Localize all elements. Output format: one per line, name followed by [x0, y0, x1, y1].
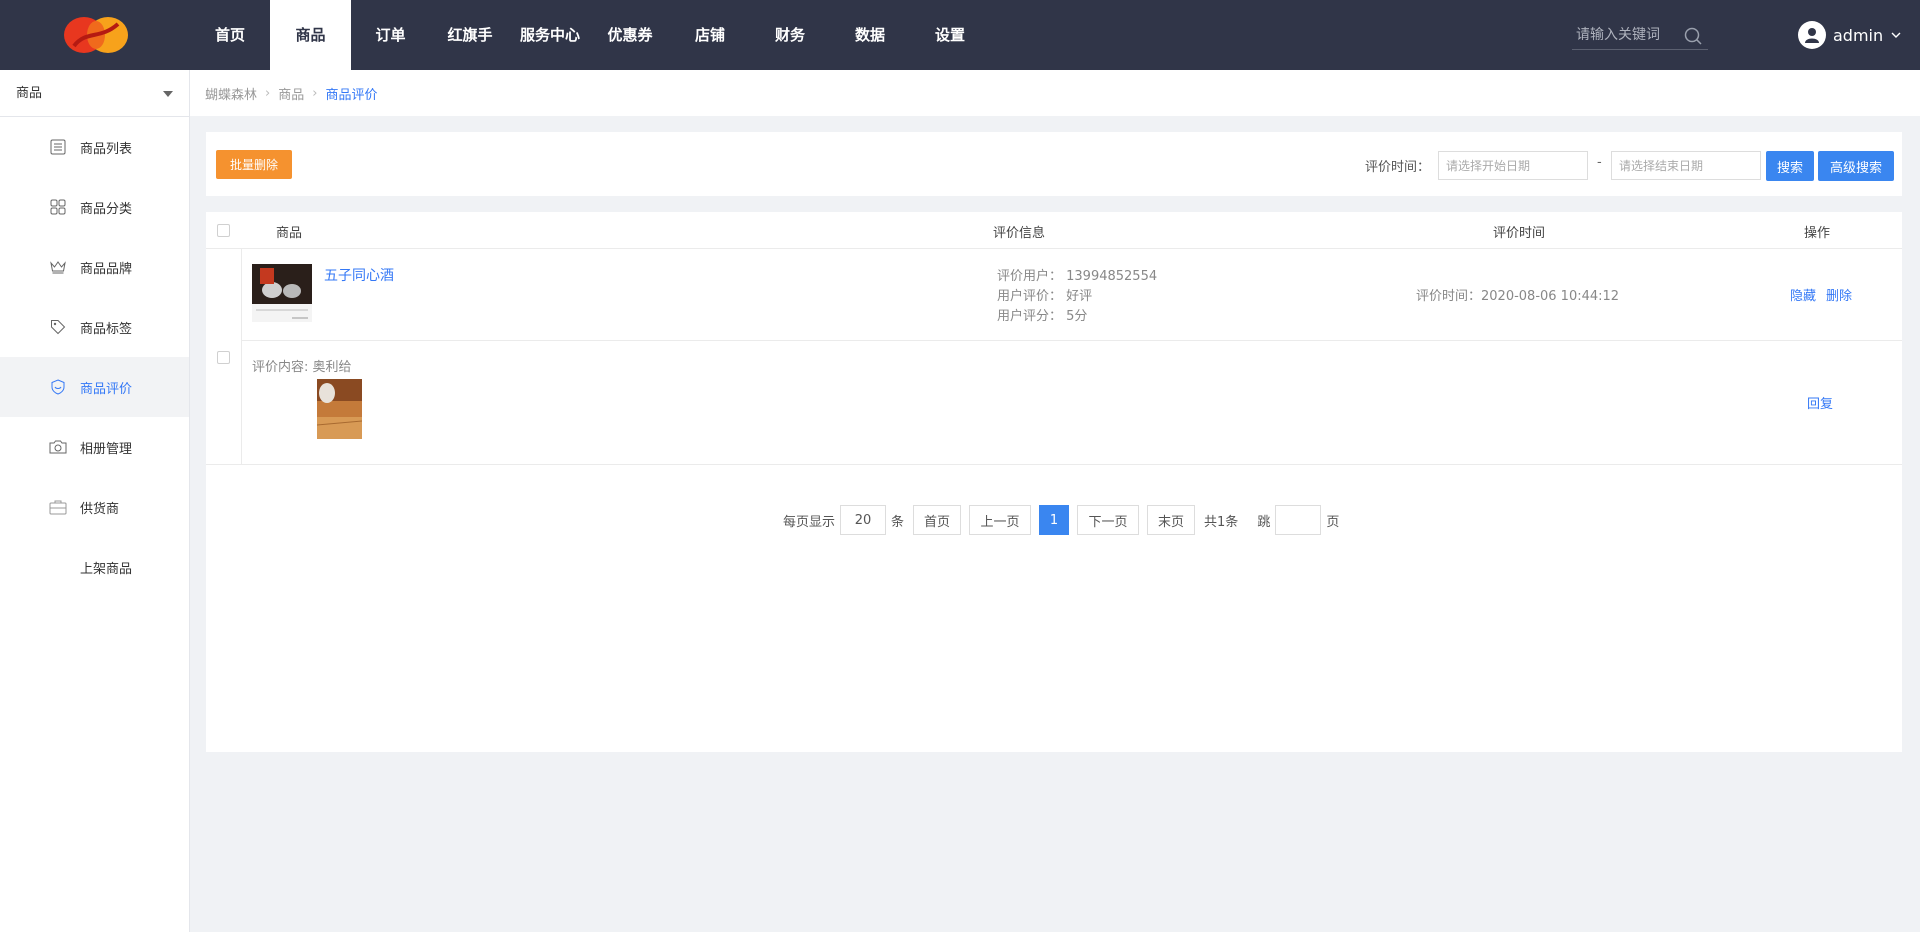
- logo[interactable]: [60, 12, 132, 58]
- table-header: 商品 评价信息 评价时间 操作: [206, 212, 1902, 249]
- per-page-label: 每页显示: [783, 514, 836, 530]
- search-input[interactable]: [1572, 22, 1678, 48]
- review-table-card: 商品 评价信息 评价时间 操作 五子同心酒 评价用户： 13994852554 …: [206, 212, 1902, 752]
- sidebar-item-label: 相册管理: [80, 441, 133, 457]
- crown-icon: [50, 261, 66, 274]
- module-select-value: 商品: [16, 86, 43, 101]
- start-date-input[interactable]: [1438, 151, 1588, 180]
- prev-page-button[interactable]: 上一页: [969, 505, 1032, 535]
- table-row: 五子同心酒 评价用户： 13994852554 用户评价： 好评 用户评分： 5…: [206, 249, 1902, 465]
- breadcrumb-current: 商品评价: [325, 87, 378, 103]
- module-select[interactable]: 商品: [0, 70, 189, 117]
- eval-user: 评价用户： 13994852554: [997, 269, 1158, 284]
- end-date-input[interactable]: [1611, 151, 1761, 180]
- sidebar-item-goods-review[interactable]: 商品评价: [0, 357, 189, 417]
- nav-item-settings[interactable]: 设置: [910, 0, 990, 70]
- date-range-separator: -: [1597, 155, 1602, 170]
- sidebar-item-label: 商品分类: [80, 201, 133, 217]
- page-number-current[interactable]: 1: [1039, 505, 1070, 535]
- user-rating: 用户评价： 好评: [997, 289, 1093, 304]
- select-all-checkbox[interactable]: [217, 224, 230, 237]
- caret-down-icon: [163, 91, 173, 97]
- search-button[interactable]: 搜索: [1766, 151, 1814, 181]
- sidebar-item-label: 供货商: [80, 501, 120, 517]
- first-page-button[interactable]: 首页: [913, 505, 962, 535]
- sidebar-item-goods-category[interactable]: 商品分类: [0, 177, 189, 237]
- nav-item-finance[interactable]: 财务: [750, 0, 830, 70]
- sidebar-item-goods-brand[interactable]: 商品品牌: [0, 237, 189, 297]
- nav-item-home[interactable]: 首页: [190, 0, 270, 70]
- jump-label: 跳: [1257, 514, 1271, 530]
- sidebar-item-goods-tag[interactable]: 商品标签: [0, 297, 189, 357]
- column-header-info: 评价信息: [993, 226, 1046, 241]
- main-nav: 首页 商品 订单 红旗手 服务中心 优惠券 店铺 财务 数据 设置: [190, 0, 990, 70]
- sidebar-item-album[interactable]: 相册管理: [0, 417, 189, 477]
- sidebar-item-label: 商品标签: [80, 321, 133, 337]
- user-menu[interactable]: admin: [1798, 20, 1901, 50]
- breadcrumb: 蝴蝶森林 › 商品 › 商品评价: [190, 70, 1920, 116]
- divider: [241, 249, 242, 465]
- user-score: 用户评分： 5分: [997, 309, 1088, 324]
- page-unit: 页: [1326, 514, 1340, 530]
- advanced-search-button[interactable]: 高级搜索: [1818, 151, 1894, 181]
- divider: [242, 340, 1902, 341]
- sidebar-item-label: 上架商品: [80, 561, 133, 577]
- tag-icon: [51, 320, 66, 335]
- sidebar-item-goods-list[interactable]: 商品列表: [0, 117, 189, 177]
- batch-delete-button[interactable]: 批量删除: [216, 150, 292, 179]
- goods-thumbnail[interactable]: [252, 264, 312, 322]
- sidebar-item-label: 商品评价: [80, 381, 133, 397]
- total-count: 共1条: [1204, 514, 1239, 530]
- briefcase-icon: [49, 500, 67, 515]
- column-header-goods: 商品: [276, 226, 303, 241]
- chevron-down-icon: [1891, 32, 1901, 38]
- username: admin: [1833, 25, 1884, 45]
- top-navbar: 首页 商品 订单 红旗手 服务中心 优惠券 店铺 财务 数据 设置 admin: [0, 0, 1920, 70]
- sidebar-item-label: 商品列表: [80, 141, 133, 157]
- per-page-unit: 条: [891, 514, 905, 530]
- review-image[interactable]: [317, 379, 362, 439]
- nav-item-service[interactable]: 服务中心: [510, 0, 590, 70]
- nav-item-data[interactable]: 数据: [830, 0, 910, 70]
- breadcrumb-item[interactable]: 蝴蝶森林: [205, 84, 257, 103]
- column-header-ops: 操作: [1804, 226, 1831, 241]
- sidebar-item-label: 商品品牌: [80, 261, 133, 277]
- nav-item-goods[interactable]: 商品: [270, 0, 351, 70]
- breadcrumb-item[interactable]: 商品: [278, 84, 304, 103]
- nav-item-orders[interactable]: 订单: [351, 0, 430, 70]
- header-search: [1572, 22, 1708, 50]
- row-checkbox[interactable]: [217, 351, 230, 364]
- filter-bar: 批量删除 评价时间： - 搜索 高级搜索: [206, 132, 1902, 196]
- goods-name-link[interactable]: 五子同心酒: [324, 265, 394, 285]
- hide-link[interactable]: 隐藏: [1790, 285, 1816, 304]
- breadcrumb-separator-icon: ›: [265, 85, 271, 101]
- breadcrumb-separator-icon: ›: [312, 85, 318, 101]
- reply-link[interactable]: 回复: [1807, 393, 1833, 412]
- pagination: 每页显示 条 首页 上一页 1 下一页 末页 共1条 跳 页: [778, 505, 1344, 535]
- last-page-button[interactable]: 末页: [1147, 505, 1196, 535]
- column-header-time: 评价时间: [1493, 226, 1546, 241]
- shield-icon: [51, 379, 65, 395]
- sidebar-item-listed-goods[interactable]: 上架商品: [0, 537, 189, 597]
- review-content: 评价内容: 奥利给: [252, 360, 352, 375]
- jump-page-input[interactable]: [1275, 505, 1322, 535]
- list-icon: [50, 139, 66, 155]
- grid-icon: [50, 199, 66, 215]
- sidebar-menu: 商品列表 商品分类 商品品牌 商品标签 商品评价 相册管理 供货商 上架商品: [0, 117, 189, 597]
- sidebar-item-supplier[interactable]: 供货商: [0, 477, 189, 537]
- avatar: [1798, 21, 1826, 49]
- eval-time-label: 评价时间：: [1365, 160, 1431, 175]
- next-page-button[interactable]: 下一页: [1077, 505, 1140, 535]
- search-icon[interactable]: [1684, 27, 1702, 45]
- nav-item-redflag[interactable]: 红旗手: [430, 0, 510, 70]
- nav-item-shop[interactable]: 店铺: [670, 0, 750, 70]
- delete-link[interactable]: 删除: [1826, 285, 1852, 304]
- eval-time: 评价时间：2020-08-06 10:44:12: [1416, 289, 1620, 304]
- camera-icon: [49, 440, 67, 454]
- nav-item-coupons[interactable]: 优惠券: [590, 0, 670, 70]
- per-page-input[interactable]: [840, 505, 887, 535]
- sidebar: 商品 商品列表 商品分类 商品品牌 商品标签 商品评价 相册管理 供货商 上架商…: [0, 70, 190, 932]
- user-icon: [1805, 28, 1819, 43]
